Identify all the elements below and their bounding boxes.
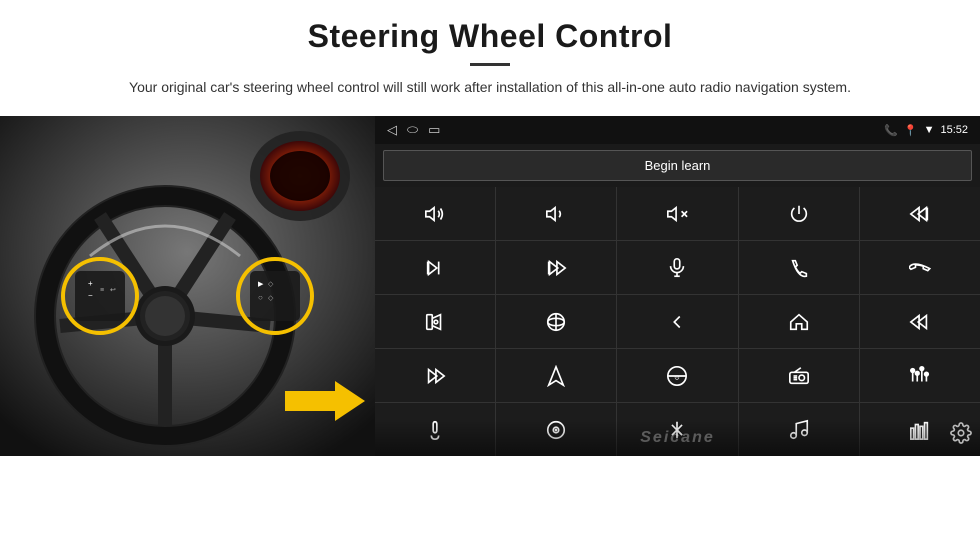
wifi-icon: ▼ bbox=[924, 124, 935, 136]
recents-nav-icon[interactable]: ▭ bbox=[428, 122, 440, 138]
vol-down-button[interactable] bbox=[496, 187, 616, 240]
steering-wheel-bg: + − ≡ ↩ ▶ ◇ ○ ◇ bbox=[0, 116, 375, 456]
phone-icon: 📞 bbox=[884, 124, 898, 137]
seicane-watermark: Seicane bbox=[640, 429, 714, 447]
title-divider bbox=[470, 63, 510, 66]
time-display: 15:52 bbox=[940, 124, 968, 136]
header-section: Steering Wheel Control Your original car… bbox=[0, 0, 980, 106]
svg-text:−: − bbox=[88, 291, 93, 300]
next-button[interactable] bbox=[375, 241, 495, 294]
svg-text:◇: ◇ bbox=[268, 281, 274, 288]
phone-button[interactable] bbox=[739, 241, 859, 294]
radio-button[interactable] bbox=[739, 349, 859, 402]
status-bar-right: 📞 📍 ▼ 15:52 bbox=[884, 124, 968, 137]
mute-button[interactable] bbox=[617, 187, 737, 240]
eject-button[interactable]: ⊙ bbox=[617, 349, 737, 402]
content-area: + − ≡ ↩ ▶ ◇ ○ ◇ bbox=[0, 116, 980, 548]
prev-track-button[interactable] bbox=[860, 187, 980, 240]
hangup-button[interactable] bbox=[860, 241, 980, 294]
android-display: ◁ ⬭ ▭ 📞 📍 ▼ 15:52 Begin learn bbox=[375, 116, 980, 456]
svg-text:↩: ↩ bbox=[110, 287, 116, 294]
nav-icons: ◁ ⬭ ▭ bbox=[387, 122, 440, 138]
power-button[interactable] bbox=[739, 187, 859, 240]
subtitle-text: Your original car's steering wheel contr… bbox=[110, 76, 870, 98]
fast-fwd-button[interactable] bbox=[375, 349, 495, 402]
page-title: Steering Wheel Control bbox=[60, 18, 920, 55]
skip-fwd-button[interactable] bbox=[496, 241, 616, 294]
svg-text:○: ○ bbox=[258, 293, 263, 302]
status-bar: ◁ ⬭ ▭ 📞 📍 ▼ 15:52 bbox=[375, 116, 980, 144]
svg-text:≡: ≡ bbox=[100, 287, 104, 294]
back-button[interactable] bbox=[617, 295, 737, 348]
svg-text:⊙: ⊙ bbox=[675, 375, 680, 382]
bottom-overlay: Seicane bbox=[375, 420, 980, 456]
control-icon-grid: ⊙ bbox=[375, 187, 980, 456]
speaker-button[interactable] bbox=[375, 295, 495, 348]
svg-text:+: + bbox=[88, 279, 93, 288]
vol-up-button[interactable] bbox=[375, 187, 495, 240]
navigate-button[interactable] bbox=[496, 349, 616, 402]
360-button[interactable] bbox=[496, 295, 616, 348]
begin-learn-button[interactable]: Begin learn bbox=[383, 150, 972, 181]
home-nav-icon[interactable]: ⬭ bbox=[407, 122, 418, 138]
mic-button[interactable] bbox=[617, 241, 737, 294]
steering-wheel-svg: + − ≡ ↩ ▶ ◇ ○ ◇ bbox=[0, 116, 375, 456]
begin-learn-row: Begin learn bbox=[375, 144, 980, 187]
home-button[interactable] bbox=[739, 295, 859, 348]
gps-icon: 📍 bbox=[904, 124, 918, 137]
svg-text:◇: ◇ bbox=[268, 295, 274, 302]
page-wrapper: Steering Wheel Control Your original car… bbox=[0, 0, 980, 548]
settings-gear-icon[interactable] bbox=[950, 422, 972, 450]
rewind-button[interactable] bbox=[860, 295, 980, 348]
eq-button[interactable] bbox=[860, 349, 980, 402]
steering-wheel-photo: + − ≡ ↩ ▶ ◇ ○ ◇ bbox=[0, 116, 375, 456]
back-nav-icon[interactable]: ◁ bbox=[387, 122, 397, 138]
svg-text:▶: ▶ bbox=[258, 281, 264, 288]
